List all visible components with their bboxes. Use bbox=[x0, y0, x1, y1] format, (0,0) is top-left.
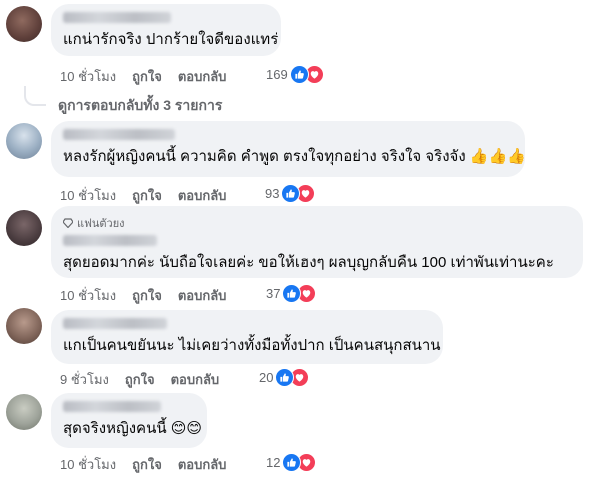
like-button[interactable]: ถูกใจ bbox=[132, 185, 162, 206]
thread-line bbox=[24, 86, 46, 106]
reaction-count: 93 bbox=[265, 186, 280, 201]
diamond-icon bbox=[63, 218, 73, 228]
comment-time[interactable]: 10 ชั่วโมง bbox=[60, 454, 116, 475]
comment-time[interactable]: 10 ชั่วโมง bbox=[60, 185, 116, 206]
thumbs-up-icon bbox=[282, 284, 302, 303]
comment-text: สุดยอดมากค่ะ นับถือใจเลยค่ะ ขอให้เฮงๆ ผล… bbox=[63, 254, 554, 271]
like-button[interactable]: ถูกใจ bbox=[132, 66, 162, 87]
emoji: 😊😊 bbox=[170, 420, 203, 437]
comment-actions: 10 ชั่วโมง ถูกใจ ตอบกลับ bbox=[60, 66, 242, 87]
comment-text-row: สุดจริงหญิงคนนี้ 😊😊 bbox=[63, 419, 202, 438]
comment-text: สุดจริงหญิงคนนี้ bbox=[63, 420, 167, 437]
comment-time[interactable]: 10 ชั่วโมง bbox=[60, 285, 116, 306]
reply-button[interactable]: ตอบกลับ bbox=[178, 454, 227, 475]
reaction-summary[interactable]: 12 bbox=[266, 453, 317, 472]
author-name[interactable] bbox=[63, 235, 157, 246]
like-button[interactable]: ถูกใจ bbox=[132, 285, 162, 306]
avatar[interactable] bbox=[6, 210, 42, 246]
avatar[interactable] bbox=[6, 308, 42, 344]
emoji: 👍👍👍 bbox=[469, 148, 526, 165]
thumbs-up-icon bbox=[281, 184, 301, 203]
reply-button[interactable]: ตอบกลับ bbox=[178, 285, 227, 306]
reply-button[interactable]: ตอบกลับ bbox=[178, 185, 227, 206]
comment-bubble: แฟนตัวยง สุดยอดมากค่ะ นับถือใจเลยค่ะ ขอใ… bbox=[51, 206, 583, 278]
comment-text-row: หลงรักผู้หญิงคนนี้ ความคิด คำพูด ตรงใจทุ… bbox=[63, 147, 526, 166]
comment-bubble: สุดจริงหญิงคนนี้ 😊😊 bbox=[51, 393, 207, 448]
thumbs-up-icon bbox=[275, 368, 295, 387]
avatar[interactable] bbox=[6, 6, 42, 42]
view-replies-link[interactable]: ดูการตอบกลับทั้ง 3 รายการ bbox=[58, 95, 222, 117]
author-name[interactable] bbox=[63, 401, 161, 412]
comment-text: แกน่ารักจริง ปากร้ายใจดีของแทร่ bbox=[63, 31, 279, 48]
like-button[interactable]: ถูกใจ bbox=[125, 369, 155, 390]
avatar[interactable] bbox=[6, 123, 42, 159]
thumbs-up-icon bbox=[289, 65, 309, 84]
badge-label: แฟนตัวยง bbox=[77, 218, 125, 230]
reply-button[interactable]: ตอบกลับ bbox=[171, 369, 220, 390]
reaction-summary[interactable]: 93 bbox=[265, 184, 316, 203]
reaction-count: 20 bbox=[259, 370, 274, 385]
comment-bubble: หลงรักผู้หญิงคนนี้ ความคิด คำพูด ตรงใจทุ… bbox=[51, 121, 526, 177]
reaction-summary[interactable]: 37 bbox=[266, 284, 317, 303]
like-button[interactable]: ถูกใจ bbox=[132, 454, 162, 475]
comment-actions: 9 ชั่วโมง ถูกใจ ตอบกลับ bbox=[60, 369, 235, 390]
comment-actions: 10 ชั่วโมง ถูกใจ ตอบกลับ bbox=[60, 454, 242, 475]
author-name[interactable] bbox=[63, 318, 167, 329]
comment-text: แกเป็นคนขยันนะ ไม่เคยว่างทั้งมือทั้งปาก … bbox=[63, 337, 441, 354]
reaction-count: 12 bbox=[266, 455, 281, 470]
comment-actions: 10 ชั่วโมง ถูกใจ ตอบกลับ bbox=[60, 185, 242, 206]
avatar[interactable] bbox=[6, 394, 42, 430]
comment-time[interactable]: 9 ชั่วโมง bbox=[60, 369, 109, 390]
comment-time[interactable]: 10 ชั่วโมง bbox=[60, 66, 116, 87]
comment-actions: 10 ชั่วโมง ถูกใจ ตอบกลับ bbox=[60, 285, 242, 306]
reply-button[interactable]: ตอบกลับ bbox=[178, 66, 227, 87]
top-fan-badge: แฟนตัวยง bbox=[63, 214, 571, 232]
comment-bubble: แกน่ารักจริง ปากร้ายใจดีของแทร่ bbox=[51, 4, 281, 56]
author-name[interactable] bbox=[63, 129, 175, 140]
reaction-summary[interactable]: 169 bbox=[266, 65, 324, 84]
thumbs-up-icon bbox=[282, 453, 302, 472]
author-name[interactable] bbox=[63, 12, 171, 23]
comment-bubble: แกเป็นคนขยันนะ ไม่เคยว่างทั้งมือทั้งปาก … bbox=[51, 310, 443, 364]
reaction-summary[interactable]: 20 bbox=[259, 368, 310, 387]
reaction-count: 169 bbox=[266, 67, 288, 82]
reaction-count: 37 bbox=[266, 286, 281, 301]
comment-text: หลงรักผู้หญิงคนนี้ ความคิด คำพูด ตรงใจทุ… bbox=[63, 148, 466, 165]
